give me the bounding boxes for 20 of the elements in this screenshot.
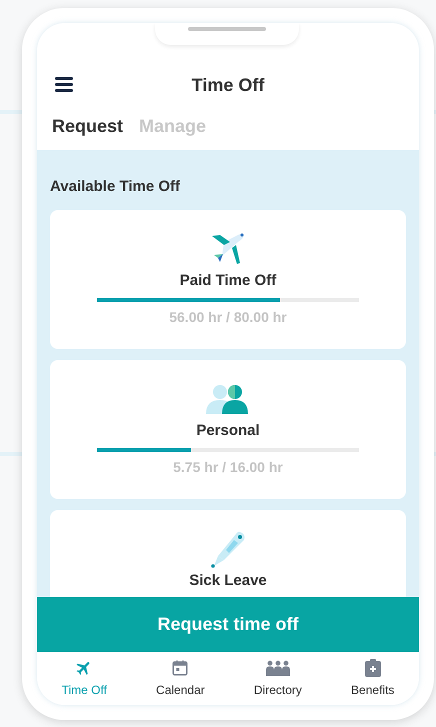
tab[interactable]: Request: [52, 112, 124, 140]
balance-card[interactable]: Paid Time Off 56.00 hr / 80.00 hr: [50, 210, 406, 348]
nav-tab[interactable]: Directory: [254, 658, 302, 699]
balance-reading: 5.75 hr / 16.00 hr: [173, 458, 283, 477]
calendar-icon: [171, 659, 190, 677]
balance-name: Personal: [196, 420, 260, 440]
balance-name: Paid Time Off: [180, 270, 276, 290]
balance-card[interactable]: Personal 5.75 hr / 16.00 hr: [50, 360, 406, 498]
nav-tab[interactable]: Calendar: [156, 658, 205, 699]
balance-name: Sick Leave: [189, 570, 267, 590]
clipboard-icon: [364, 659, 381, 677]
screen-title: Time Off: [192, 74, 264, 96]
people-icon: [206, 384, 250, 414]
nav-tab[interactable]: Benefits: [351, 658, 394, 699]
people-icon: [266, 660, 290, 676]
section-title: Available Time Off: [50, 177, 182, 197]
balance-reading: 56.00 hr / 80.00 hr: [169, 308, 287, 327]
balance-card[interactable]: Sick Leave: [50, 510, 406, 597]
menu-icon[interactable]: [55, 77, 73, 92]
airplane-icon: [210, 232, 246, 266]
